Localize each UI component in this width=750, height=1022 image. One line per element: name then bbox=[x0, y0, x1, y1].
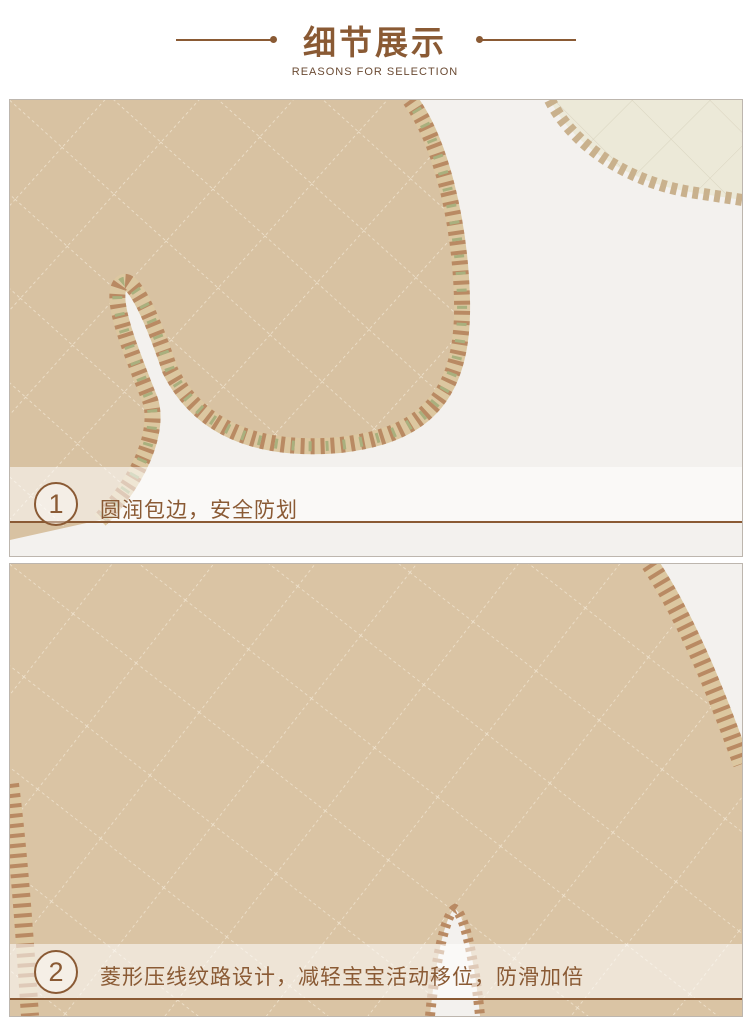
feature-number-badge-2: 2 bbox=[34, 950, 78, 994]
caption-underline-2 bbox=[10, 998, 742, 1000]
header-rule-right bbox=[480, 39, 576, 41]
detail-photo-2: 2 菱形压线纹路设计，减轻宝宝活动移位，防滑加倍 bbox=[9, 563, 743, 1017]
feature-caption-2: 菱形压线纹路设计，减轻宝宝活动移位，防滑加倍 bbox=[100, 965, 584, 989]
section-subtitle: REASONS FOR SELECTION bbox=[291, 66, 459, 78]
feature-number-badge-1: 1 bbox=[34, 482, 78, 526]
detail-photo-1: 1 圆润包边，安全防划 bbox=[9, 99, 743, 557]
section-header: 细节展示 REASONS FOR SELECTION bbox=[0, 0, 750, 96]
section-title: 细节展示 bbox=[303, 23, 447, 62]
feature-caption-1: 圆润包边，安全防划 bbox=[100, 498, 298, 522]
